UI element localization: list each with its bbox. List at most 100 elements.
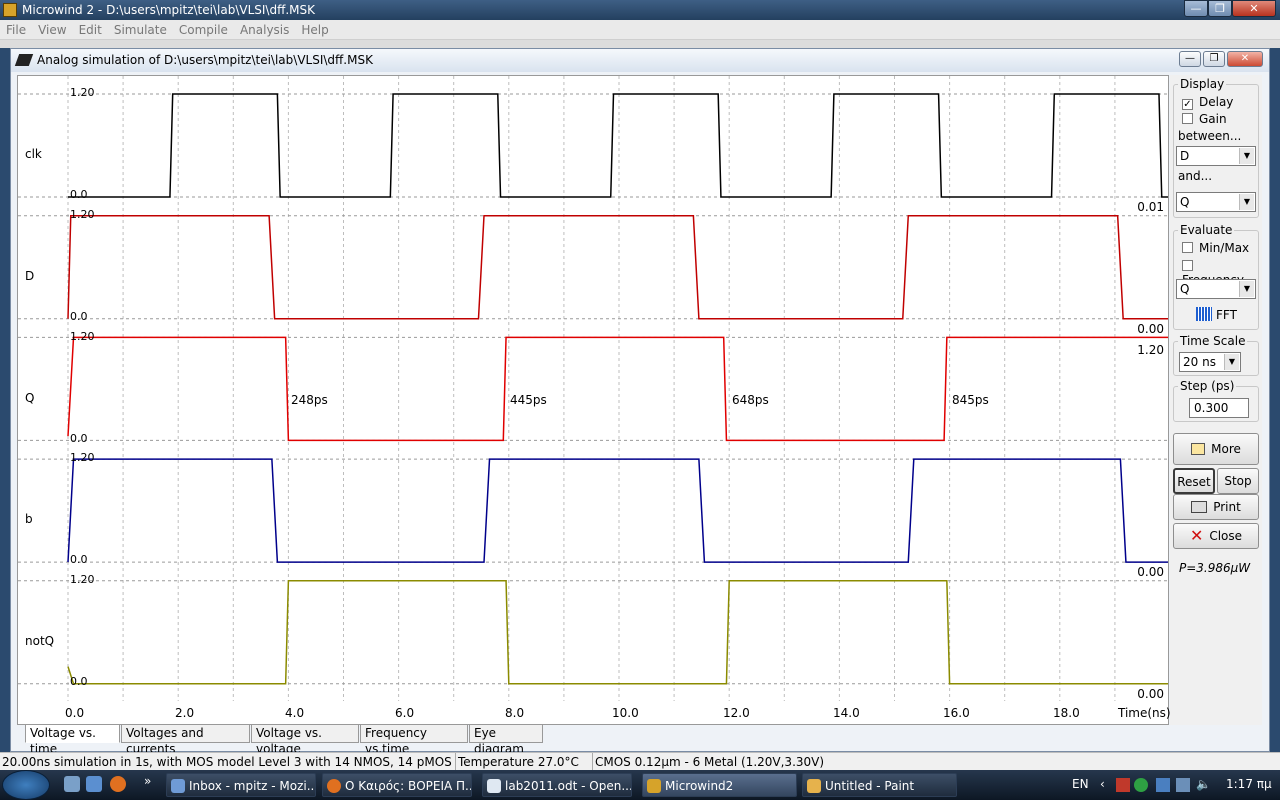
tray-network-icon[interactable] (1116, 778, 1130, 792)
tab-voltage-vs-voltage[interactable]: Voltage vs. voltage (251, 725, 359, 756)
signal-label-notq: notQ (25, 634, 55, 648)
delay-label: 845ps (952, 393, 989, 407)
x-tick-label: 14.0 (833, 706, 860, 720)
chip-icon (647, 779, 661, 793)
evaluate-select[interactable]: Q ▼ (1176, 279, 1256, 299)
clock[interactable]: 1:17 πμ (1226, 777, 1272, 791)
dropdown-arrow-icon: ▼ (1224, 354, 1239, 370)
x-tick-label: 10.0 (612, 706, 639, 720)
more-label: More (1211, 442, 1241, 456)
control-panel: Display ✓ Delay Gain between... D ▼ and...… (1170, 75, 1262, 725)
signal-label-q: Q (25, 391, 35, 405)
simulation-window-title-bar: Analog simulation of D:\users\mpitz\tei\… (11, 49, 1269, 72)
tray-security-icon[interactable] (1134, 778, 1148, 792)
tab-voltage-vs-time[interactable]: Voltage vs. time (25, 725, 120, 756)
app-title-bar: Microwind 2 - D:\users\mpitz\tei\lab\VLS… (0, 0, 1280, 20)
gain-checkbox[interactable]: Gain (1182, 112, 1227, 126)
signal-value-b: 0.00 (1137, 565, 1164, 579)
close-sim-button[interactable]: ✕ Close (1173, 523, 1259, 549)
more-button[interactable]: More (1173, 433, 1259, 465)
display-group: Display ✓ Delay Gain between... D ▼ and...… (1173, 77, 1259, 218)
toolbar-strip (0, 40, 1280, 48)
ymax-label: 1.20 (70, 330, 95, 343)
step-input[interactable]: 0.300 (1189, 398, 1249, 418)
and-label: and... (1178, 169, 1213, 183)
volume-icon[interactable]: 🔈 (1196, 777, 1211, 791)
dropdown-arrow-icon: ▼ (1239, 194, 1254, 210)
printer-icon (1191, 501, 1208, 513)
minmax-label: Min/Max (1199, 241, 1250, 255)
delay-checkbox[interactable]: ✓ Delay (1182, 95, 1233, 110)
tab-eye-diagram[interactable]: Eye diagram (469, 725, 543, 756)
delay-label: 648ps (732, 393, 769, 407)
ymax-label: 1.20 (70, 451, 95, 464)
fft-button[interactable]: FFT (1196, 307, 1237, 322)
x-tick-label: 8.0 (505, 706, 525, 720)
menu-compile[interactable]: Compile (173, 20, 234, 40)
display-group-title: Display (1178, 77, 1227, 91)
menu-analysis[interactable]: Analysis (234, 20, 295, 40)
close-button[interactable]: ✕ (1232, 0, 1276, 17)
x-tick-label: 0.0 (65, 706, 85, 720)
tab-voltages-and-currents[interactable]: Voltages and currents (121, 725, 250, 756)
signal-value-q: 1.20 (1137, 343, 1164, 357)
taskbar-label: Untitled - Paint (825, 779, 915, 793)
minimize-button[interactable]: — (1184, 0, 1208, 17)
waveform-plot[interactable]: clk D Q b notQ 1.20 0.0 1.20 0.0 1.20 0.… (17, 75, 1171, 725)
taskbar-item-microwind[interactable]: Microwind2 (642, 773, 797, 797)
x-tick-label: 18.0 (1053, 706, 1080, 720)
firefox-icon[interactable] (110, 776, 126, 792)
signal-label-clk: clk (25, 147, 42, 161)
unchecked-box-icon (1182, 242, 1193, 253)
taskbar: » Inbox - mpitz - Mozi... Ο Καιρός: ΒΟΡΕ… (0, 770, 1280, 800)
fft-icon (1196, 307, 1212, 321)
tab-frequency-vs-time[interactable]: Frequency vs.time (360, 725, 468, 756)
child-minimize-button[interactable]: — (1179, 51, 1201, 67)
tray-expand-icon[interactable]: ‹ (1100, 777, 1105, 791)
menu-edit[interactable]: Edit (73, 20, 108, 40)
taskbar-item-openoffice[interactable]: lab2011.odt - Open... (482, 773, 632, 797)
print-button[interactable]: Print (1173, 494, 1259, 520)
show-desktop-icon[interactable] (64, 776, 80, 792)
child-close-button[interactable]: ✕ (1227, 51, 1263, 67)
taskbar-item-thunderbird[interactable]: Inbox - mpitz - Mozi... (166, 773, 316, 797)
start-button[interactable] (2, 770, 50, 800)
stop-button[interactable]: Stop (1217, 468, 1259, 494)
between-label: between... (1178, 129, 1242, 143)
restore-button[interactable]: ❐ (1208, 0, 1232, 17)
between-select[interactable]: D ▼ (1176, 146, 1256, 166)
minmax-checkbox[interactable]: Min/Max (1182, 241, 1249, 255)
tray-bluetooth-icon[interactable] (1156, 778, 1170, 792)
tray-monitor-icon[interactable] (1176, 778, 1190, 792)
x-tick-label: 6.0 (395, 706, 415, 720)
dropdown-arrow-icon: ▼ (1239, 281, 1254, 297)
switch-windows-icon[interactable] (86, 776, 102, 792)
child-restore-button[interactable]: ❐ (1203, 51, 1225, 67)
status-bar: 20.00ns simulation in 1s, with MOS model… (0, 752, 1280, 771)
checked-icon: ✓ (1182, 99, 1193, 110)
ymax-label: 1.20 (70, 208, 95, 221)
language-indicator[interactable]: EN (1072, 777, 1089, 791)
between-value: D (1180, 149, 1190, 163)
time-scale-group: Time Scale 20 ns ▼ (1173, 334, 1259, 376)
taskbar-item-firefox[interactable]: Ο Καιρός: ΒΟΡΕΙΑ Π... (322, 773, 472, 797)
menu-simulate[interactable]: Simulate (108, 20, 173, 40)
quicklaunch-chevron[interactable]: » (144, 774, 151, 788)
microwind-app-icon (3, 3, 17, 17)
mail-icon (171, 779, 185, 793)
menu-help[interactable]: Help (295, 20, 334, 40)
x-tick-label: 16.0 (943, 706, 970, 720)
waveform-clk (68, 93, 1168, 198)
unchecked-box-icon (1182, 260, 1193, 271)
time-scale-select[interactable]: 20 ns ▼ (1179, 352, 1241, 372)
reset-button[interactable]: Reset (1173, 468, 1215, 494)
x-axis-label: Time(ns) (1118, 706, 1171, 720)
menu-view[interactable]: View (32, 20, 72, 40)
taskbar-label: Inbox - mpitz - Mozi... (189, 779, 316, 793)
and-select[interactable]: Q ▼ (1176, 192, 1256, 212)
menu-file[interactable]: File (0, 20, 32, 40)
taskbar-item-paint[interactable]: Untitled - Paint (802, 773, 957, 797)
delay-label: 248ps (291, 393, 328, 407)
ymin-label: 0.0 (70, 553, 88, 566)
waveform-canvas (18, 76, 1168, 701)
